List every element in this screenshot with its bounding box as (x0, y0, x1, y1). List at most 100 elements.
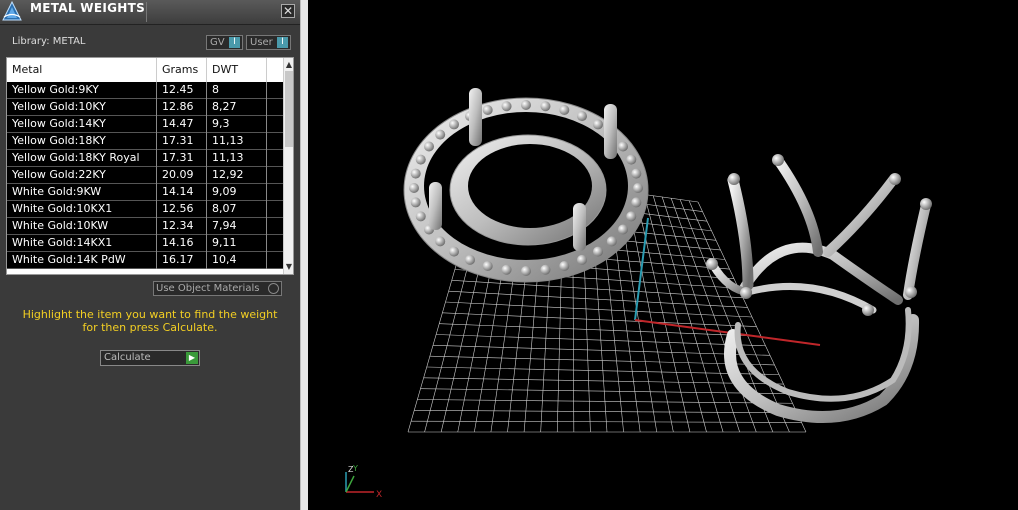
metal-cell: White Gold:10KX1 (7, 201, 157, 218)
library-label: Library: METAL (12, 36, 86, 47)
panel-title: METAL WEIGHTS (30, 1, 146, 15)
bead (521, 100, 531, 110)
user-toggle[interactable]: User I (246, 35, 291, 50)
table-row[interactable]: White Gold:14KX1 14.16 9,11 (7, 235, 283, 252)
ring-shank-model[interactable] (706, 154, 932, 424)
table-scrollbar[interactable]: ▲ ▼ (283, 58, 293, 274)
dwt-cell: 11,13 (207, 150, 267, 167)
scroll-down-icon[interactable]: ▼ (284, 262, 293, 274)
bead (606, 236, 617, 247)
table-row[interactable]: White Gold:9KW 14.14 9,09 (7, 184, 283, 201)
dwt-cell: 9,11 (207, 235, 267, 252)
grams-cell: 14.14 (157, 184, 207, 201)
panel-titlebar: METAL WEIGHTS ✕ (0, 0, 300, 25)
panel-splitter[interactable] (300, 0, 308, 510)
metal-cell: White Gold:9KW (7, 184, 157, 201)
calculate-label: Calculate (104, 352, 151, 363)
grams-cell: 12.45 (157, 82, 207, 99)
close-button[interactable]: ✕ (281, 4, 295, 18)
instruction-line-1: Highlight the item you want to find the … (22, 308, 278, 321)
dwt-cell: 12,92 (207, 167, 267, 184)
metal-cell: Yellow Gold:14KY (7, 116, 157, 133)
bead (617, 141, 628, 152)
metal-cell: White Gold:10KW (7, 218, 157, 235)
3d-viewport[interactable]: X Z Y (308, 0, 1018, 510)
use-object-materials-label: Use Object Materials (156, 283, 260, 294)
table-row[interactable]: Yellow Gold:18KY 17.31 11,13 (7, 133, 283, 150)
metal-table: Metal Grams DWT Yellow Gold:9KY 12.45 8 … (6, 57, 294, 275)
bead (617, 224, 628, 235)
app-logo-icon (0, 0, 24, 24)
column-header-grams[interactable]: Grams (157, 58, 207, 82)
bead (501, 101, 512, 112)
bead (482, 260, 493, 271)
bead (435, 129, 446, 140)
gv-toggle-label: GV (210, 37, 225, 48)
dwt-cell: 7,94 (207, 218, 267, 235)
bead (559, 260, 570, 271)
metal-cell: Yellow Gold:22KY (7, 167, 157, 184)
bead (410, 197, 421, 208)
bead (409, 183, 419, 193)
metal-weights-panel: METAL WEIGHTS ✕ Library: METAL GV I User… (0, 0, 300, 510)
dwt-cell: 9,3 (207, 116, 267, 133)
grams-cell: 16.17 (157, 252, 207, 269)
bead (577, 254, 587, 265)
column-header-dwt[interactable]: DWT (207, 58, 267, 82)
gv-toggle[interactable]: GV I (206, 35, 243, 50)
dwt-cell: 8,07 (207, 201, 267, 218)
bead (435, 236, 446, 247)
play-arrow-icon: ▶ (186, 352, 198, 364)
gizmo-y-label: Y (352, 464, 358, 473)
table-header: Metal Grams DWT (7, 58, 283, 83)
bead (540, 264, 551, 275)
table-row[interactable]: Yellow Gold:14KY 14.47 9,3 (7, 116, 283, 133)
bead (449, 119, 460, 130)
dwt-cell: 10,4 (207, 252, 267, 269)
table-row[interactable]: White Gold:10KW 12.34 7,94 (7, 218, 283, 235)
table-row[interactable]: White Gold:14K PdW 16.17 10,4 (7, 252, 283, 269)
metal-cell: Yellow Gold:18KY Royal (7, 150, 157, 167)
radio-circle-icon (268, 283, 279, 294)
calculate-button[interactable]: Calculate ▶ (100, 350, 200, 366)
table-row[interactable]: White Gold:10KX1 12.56 8,07 (7, 201, 283, 218)
use-object-materials-toggle[interactable]: Use Object Materials (153, 281, 282, 296)
table-row[interactable]: Yellow Gold:10KY 12.86 8,27 (7, 99, 283, 116)
axis-gizmo-icon: X Z Y (345, 464, 382, 500)
dwt-cell: 9,09 (207, 184, 267, 201)
column-header-metal[interactable]: Metal (7, 58, 157, 82)
grams-cell: 14.47 (157, 116, 207, 133)
gizmo-x-label: X (376, 490, 382, 500)
grams-cell: 12.56 (157, 201, 207, 218)
instruction-text: Highlight the item you want to find the … (10, 308, 290, 334)
user-toggle-label: User (250, 37, 273, 48)
bead (521, 266, 531, 276)
bead (633, 183, 643, 193)
grid-line (661, 196, 740, 433)
bead (540, 101, 551, 112)
dwt-cell: 8,27 (207, 99, 267, 116)
table-row[interactable]: Yellow Gold:18KY Royal 17.31 11,13 (7, 150, 283, 167)
bead (592, 119, 603, 130)
bead (415, 154, 426, 165)
instruction-line-2: for then press Calculate. (82, 321, 218, 334)
bead (626, 211, 637, 222)
scroll-up-icon[interactable]: ▲ (284, 58, 293, 70)
scroll-thumb[interactable] (285, 71, 293, 147)
metal-cell: White Gold:14KX1 (7, 235, 157, 252)
grid-line (643, 194, 707, 433)
grams-cell: 20.09 (157, 167, 207, 184)
table-row[interactable]: Yellow Gold:9KY 12.45 8 (7, 82, 283, 99)
bead (410, 168, 421, 179)
table-body: Yellow Gold:9KY 12.45 8 Yellow Gold:10KY… (7, 82, 283, 269)
bead (501, 264, 512, 275)
bead (631, 168, 642, 179)
bead (482, 105, 493, 116)
bead (424, 141, 435, 152)
table-row[interactable]: Yellow Gold:22KY 20.09 12,92 (7, 167, 283, 184)
gv-toggle-knob: I (229, 37, 240, 48)
bead (577, 111, 587, 122)
grams-cell: 12.86 (157, 99, 207, 116)
halo-setting-model[interactable] (403, 88, 649, 283)
grid-line (634, 193, 691, 433)
